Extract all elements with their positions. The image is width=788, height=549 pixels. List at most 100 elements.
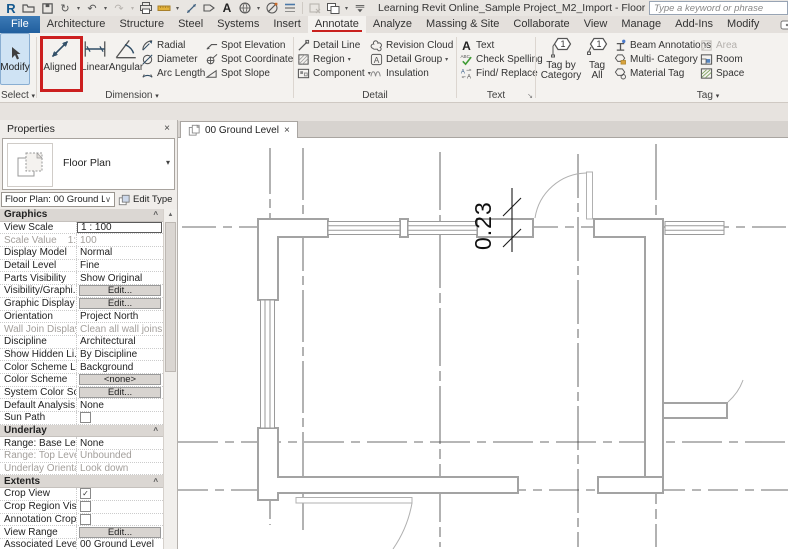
view-tab[interactable]: 00 Ground Level × <box>180 121 298 138</box>
property-value[interactable]: None <box>77 438 163 449</box>
property-value[interactable]: By Discipline <box>77 349 163 360</box>
tab-steel[interactable]: Steel <box>171 16 210 33</box>
spot-elevation-button[interactable]: Spot Elevation <box>205 39 286 52</box>
tab-systems[interactable]: Systems <box>210 16 266 33</box>
checkbox[interactable] <box>80 514 91 525</box>
property-value[interactable]: 00 Ground Level <box>77 539 163 549</box>
select-panel-label[interactable]: Select ▾ <box>0 90 36 101</box>
property-value[interactable]: Show Original <box>77 273 163 284</box>
radial-dimension-button[interactable]: Radial <box>141 39 185 52</box>
region-dropdown-icon[interactable]: ▾ <box>348 56 351 63</box>
detail-group-button[interactable]: A Detail Group▾ <box>370 53 448 66</box>
region-button[interactable]: Region▾ <box>297 53 351 66</box>
scrollbar-thumb[interactable] <box>165 222 176 372</box>
tab-analyze[interactable]: Analyze <box>366 16 419 33</box>
tab-structure[interactable]: Structure <box>112 16 171 33</box>
undo-icon[interactable]: ↶ <box>84 1 100 15</box>
detail-group-dropdown-icon[interactable]: ▾ <box>445 56 448 63</box>
sync-icon[interactable]: ↻ <box>57 1 73 15</box>
type-selector-dropdown-icon[interactable]: ▾ <box>166 158 170 167</box>
switch-windows-dropdown-icon[interactable]: ▾ <box>343 5 350 12</box>
property-edit-button[interactable]: Edit... <box>79 285 161 296</box>
revit-logo[interactable]: R <box>3 1 19 15</box>
property-edit-button[interactable]: Edit... <box>79 298 161 309</box>
property-value[interactable]: Normal <box>77 247 163 258</box>
aligned-dimension-button[interactable]: Aligned <box>42 36 78 88</box>
beam-annotations-button[interactable]: Beam Annotations <box>614 39 711 52</box>
linear-dimension-button[interactable]: Linear <box>81 36 109 88</box>
tag-panel-label[interactable]: Tag ▾ <box>676 90 740 101</box>
text-panel-launcher-icon[interactable]: ↘ <box>527 92 533 100</box>
text-panel-label[interactable]: Text <box>457 90 535 101</box>
dimension-panel-label[interactable]: Dimension ▾ <box>37 90 227 101</box>
checkbox[interactable]: ✓ <box>80 488 91 499</box>
check-spelling-button[interactable]: ABC Check Spelling <box>460 53 543 66</box>
dimension-value[interactable]: 0.23 <box>470 201 496 250</box>
open-icon[interactable] <box>21 1 37 15</box>
instance-selector-dropdown-icon[interactable]: ∨ <box>105 195 111 204</box>
tab-massing-site[interactable]: Massing & Site <box>419 16 506 33</box>
property-value[interactable]: Background <box>77 362 163 373</box>
property-value[interactable]: Unbounded <box>77 450 163 461</box>
3d-view-dropdown-icon[interactable]: ▾ <box>255 5 262 12</box>
revision-cloud-button[interactable]: Revision Cloud <box>370 39 453 52</box>
space-tag-button[interactable]: Space <box>700 67 744 80</box>
drawing-area[interactable]: 0.23 <box>178 138 788 549</box>
property-value[interactable]: Architectural <box>77 336 163 347</box>
material-tag-button[interactable]: Material Tag <box>614 67 684 80</box>
scrollbar-up-icon[interactable]: ▲ <box>164 209 177 221</box>
search-input[interactable] <box>649 1 788 15</box>
tag-by-category-button[interactable]: 1 Tag byCategory <box>540 36 582 88</box>
spot-coordinate-button[interactable]: Spot Coordinate <box>205 53 293 66</box>
thin-lines-icon[interactable] <box>282 1 298 15</box>
property-edit-button[interactable]: <none> <box>79 374 161 385</box>
property-value[interactable]: Project North <box>77 311 163 322</box>
find-replace-button[interactable]: AA Find/ Replace <box>460 67 538 80</box>
spot-slope-button[interactable]: Spot Slope <box>205 67 270 80</box>
section-collapse-icon[interactable]: ^ <box>153 426 158 435</box>
component-button[interactable]: Component▾ <box>297 67 371 80</box>
tab-modify[interactable]: Modify <box>720 16 766 33</box>
3d-view-icon[interactable] <box>237 1 253 15</box>
insulation-button[interactable]: Insulation <box>370 67 429 80</box>
tab-file[interactable]: File <box>0 16 40 33</box>
edit-type-button[interactable]: Edit Type <box>118 192 175 207</box>
save-icon[interactable] <box>39 1 55 15</box>
multi-category-button[interactable]: Multi- Category <box>614 53 698 66</box>
property-value[interactable]: 1 : 100 <box>77 222 162 233</box>
room-tag-button[interactable]: Room <box>700 53 743 66</box>
section-collapse-icon[interactable]: ^ <box>153 477 158 486</box>
property-value[interactable]: Fine <box>77 260 163 271</box>
property-value[interactable]: None <box>77 400 163 411</box>
tag-all-button[interactable]: 1 TagAll <box>583 36 611 88</box>
property-edit-button[interactable]: Edit... <box>79 527 161 538</box>
property-value[interactable]: Look down <box>77 463 163 474</box>
arc-length-dimension-button[interactable]: Arc Length <box>141 67 205 80</box>
property-value[interactable]: 100 <box>77 235 163 246</box>
tab-annotate[interactable]: Annotate <box>308 16 366 33</box>
section-icon[interactable] <box>264 1 280 15</box>
customize-qat-icon[interactable] <box>352 1 368 15</box>
properties-close-icon[interactable]: × <box>164 123 170 134</box>
properties-scrollbar[interactable]: ▲ <box>163 209 177 549</box>
tab-view[interactable]: View <box>577 16 615 33</box>
instance-selector-combo[interactable]: Floor Plan: 00 Ground Lev ∨ <box>1 192 115 207</box>
measure-dropdown-icon[interactable]: ▾ <box>174 5 181 12</box>
tab-add-ins[interactable]: Add-Ins <box>668 16 720 33</box>
ribbon-minimize-toggle[interactable]: ▾ <box>780 16 788 33</box>
tab-manage[interactable]: Manage <box>614 16 668 33</box>
text-icon[interactable]: A <box>219 1 235 15</box>
tag-icon[interactable] <box>201 1 217 15</box>
print-icon[interactable] <box>138 1 154 15</box>
tab-insert[interactable]: Insert <box>266 16 308 33</box>
tab-architecture[interactable]: Architecture <box>40 16 113 33</box>
modify-button[interactable]: Modify <box>0 33 30 85</box>
detail-line-button[interactable]: Detail Line <box>297 39 360 52</box>
text-button[interactable]: A Text <box>460 39 494 52</box>
checkbox[interactable] <box>80 501 91 512</box>
section-collapse-icon[interactable]: ^ <box>153 210 158 219</box>
aligned-dimension-icon[interactable] <box>183 1 199 15</box>
measure-icon[interactable] <box>156 1 172 15</box>
checkbox[interactable] <box>80 412 91 423</box>
property-value[interactable]: Clean all wall joins <box>77 324 163 335</box>
